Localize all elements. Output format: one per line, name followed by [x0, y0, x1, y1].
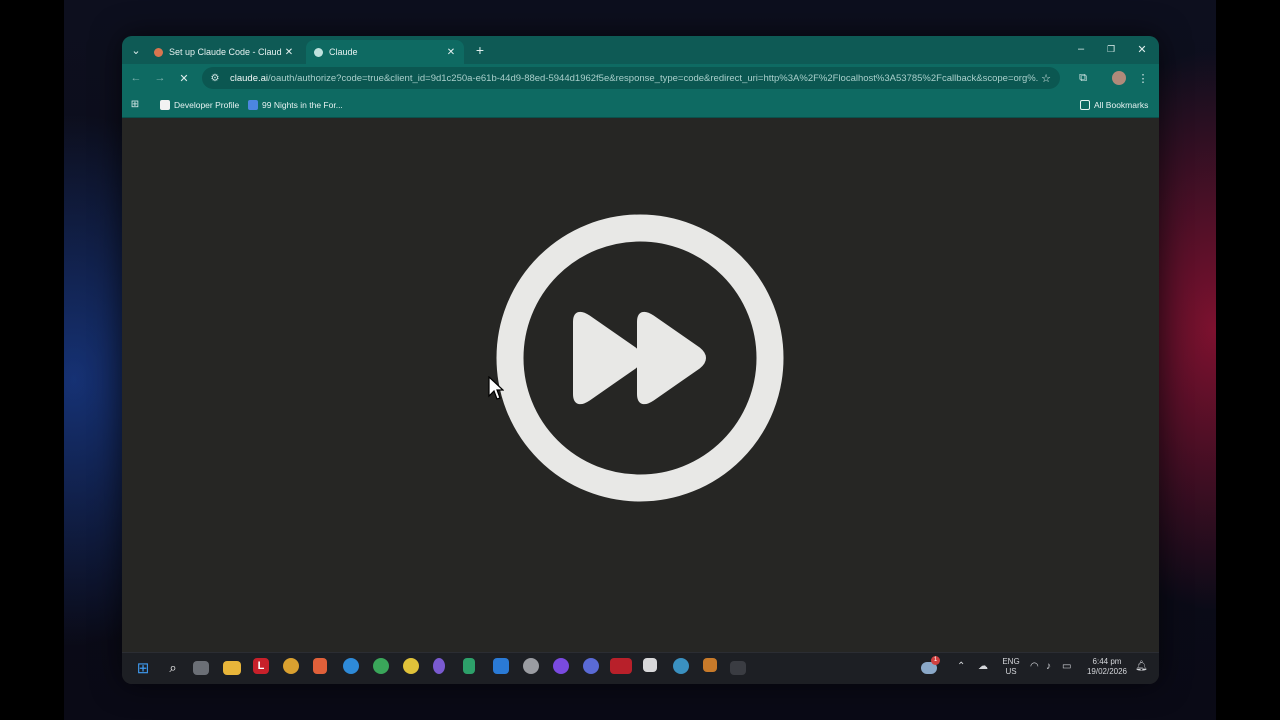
tab-search-chevron-icon[interactable]: ⌄	[128, 42, 144, 58]
tab-close-icon[interactable]: ✕	[282, 47, 296, 58]
folder-icon	[1080, 100, 1090, 110]
wifi-icon[interactable]: ◠	[1030, 662, 1039, 672]
file-explorer-icon[interactable]	[223, 661, 241, 675]
brave-icon[interactable]	[313, 658, 327, 674]
clock-time: 6:44 pm	[1092, 657, 1122, 666]
bookmark-99-nights[interactable]: 99 Nights in the For...	[248, 97, 343, 113]
all-bookmarks-label: All Bookmarks	[1094, 100, 1149, 110]
clock[interactable]: 6:44 pm 19/02/2026	[1084, 657, 1130, 677]
onedrive-cloud-icon[interactable]: ☁	[978, 662, 988, 672]
new-tab-plus-icon[interactable]: +	[472, 42, 488, 58]
browser-menu-kebab-icon[interactable]: ⋮	[1136, 70, 1150, 86]
close-window-icon[interactable]: ✕	[1133, 40, 1151, 58]
bookmark-label: 99 Nights in the For...	[262, 100, 343, 110]
browser-window: ⌄ Set up Claude Code - Claude C ✕ Claude…	[122, 36, 1159, 684]
all-bookmarks-button[interactable]: All Bookmarks	[1080, 97, 1148, 113]
address-bar[interactable]: ⚙ claude.ai/oauth/authorize?code=true&cl…	[202, 67, 1060, 89]
app-l-icon[interactable]: L	[253, 658, 269, 674]
url-path: /oauth/authorize?code=true&client_id=9d1…	[268, 72, 1038, 84]
app-box-icon[interactable]	[643, 658, 657, 672]
screen: ⌄ Set up Claude Code - Claude C ✕ Claude…	[0, 0, 1280, 720]
stop-loading-icon[interactable]: ✕	[176, 70, 192, 86]
battery-icon[interactable]: ▭	[1062, 662, 1071, 672]
app-network-icon[interactable]	[673, 658, 689, 674]
copilot-icon[interactable]	[283, 658, 299, 674]
tab-title: Set up Claude Code - Claude C	[169, 47, 282, 57]
edge-icon[interactable]	[343, 658, 359, 674]
messenger-icon[interactable]	[553, 658, 569, 674]
task-view-icon[interactable]	[193, 661, 209, 675]
mouse-cursor-icon	[488, 376, 504, 400]
language-code: ENG	[1002, 657, 1020, 666]
claude-favicon-icon	[314, 47, 323, 57]
notification-bell-icon[interactable]: 🔔︎	[1135, 662, 1148, 672]
tab-claude[interactable]: Claude ✕	[306, 40, 464, 64]
clock-date: 19/02/2026	[1086, 667, 1128, 676]
terminal-icon[interactable]	[730, 661, 746, 675]
site-info-icon[interactable]: ⚙	[208, 73, 222, 84]
weather-badge: 1	[931, 656, 940, 665]
url-host: claude.ai	[230, 72, 269, 84]
app-globe-icon[interactable]	[523, 658, 539, 674]
roblox-icon	[248, 100, 258, 110]
chrome-canary-icon[interactable]	[403, 658, 419, 674]
profile-avatar[interactable]	[1112, 71, 1126, 85]
github-icon[interactable]	[433, 658, 445, 674]
volume-icon[interactable]: ♪	[1046, 662, 1051, 672]
tab-setup-claude-code[interactable]: Set up Claude Code - Claude C ✕	[146, 40, 302, 64]
extensions-puzzle-icon[interactable]: ⧉	[1075, 70, 1091, 86]
fast-forward-icon	[496, 214, 784, 502]
back-arrow-icon[interactable]: ←	[128, 70, 144, 86]
roblox-icon	[160, 100, 170, 110]
windows-start-icon[interactable]: ⊞	[133, 658, 153, 678]
app-orange-icon[interactable]	[703, 658, 717, 672]
discord-icon[interactable]	[583, 658, 599, 674]
url-text: claude.ai/oauth/authorize?code=true&clie…	[230, 73, 1038, 84]
claude-favicon-icon	[154, 47, 163, 57]
language-region: US	[1005, 667, 1017, 676]
restore-icon[interactable]: ❐	[1102, 40, 1120, 58]
tab-close-icon[interactable]: ✕	[444, 47, 458, 58]
language-indicator[interactable]: ENG US	[1000, 657, 1022, 677]
minimize-icon[interactable]: –	[1072, 40, 1090, 58]
apps-grid-icon[interactable]: ⊞	[128, 97, 142, 111]
bookmark-star-icon[interactable]: ☆	[1038, 72, 1054, 85]
active-app-icon[interactable]	[610, 658, 632, 674]
tab-title: Claude	[329, 47, 358, 57]
show-hidden-icons-chevron-icon[interactable]: ⌃	[957, 662, 965, 672]
chrome-icon[interactable]	[373, 658, 389, 674]
bookmark-developer-profile[interactable]: Developer Profile	[160, 97, 239, 113]
search-icon[interactable]: ⌕	[163, 658, 183, 678]
forward-arrow-icon[interactable]: →	[152, 70, 168, 86]
notepad-icon[interactable]	[463, 658, 475, 674]
vscode-icon[interactable]	[493, 658, 509, 674]
tab-strip: ⌄ Set up Claude Code - Claude C ✕ Claude…	[122, 36, 1159, 64]
bookmark-label: Developer Profile	[174, 100, 240, 110]
